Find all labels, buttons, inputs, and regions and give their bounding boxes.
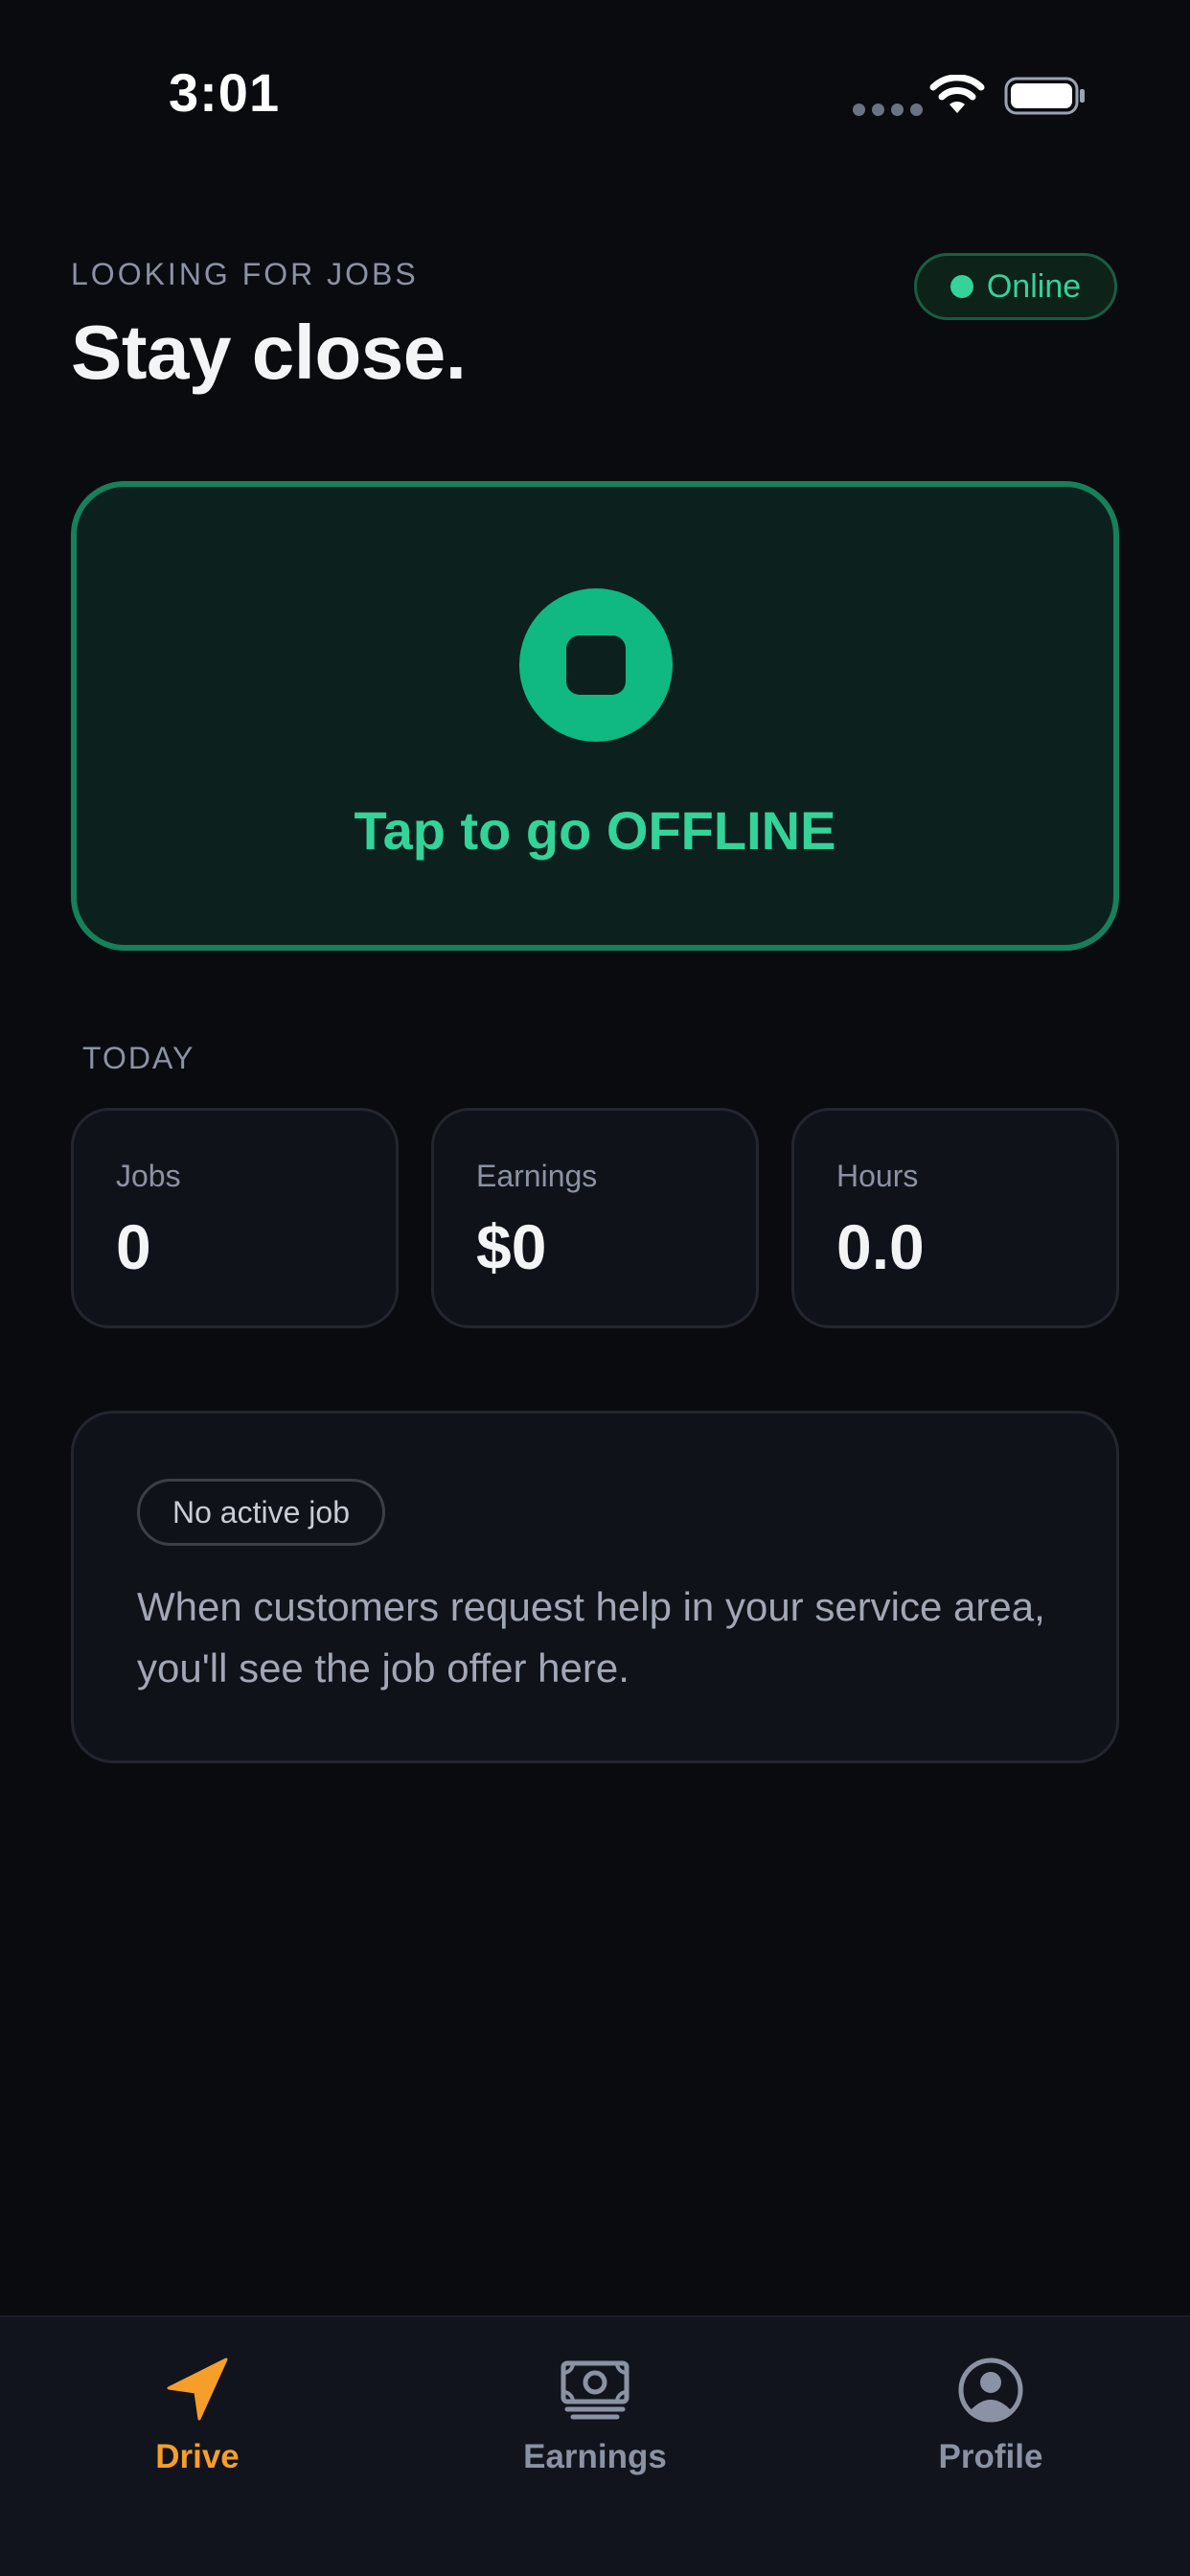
stat-label: Earnings bbox=[476, 1159, 598, 1193]
online-dot-icon bbox=[950, 275, 973, 298]
tab-earnings[interactable]: Earnings bbox=[451, 2354, 739, 2507]
cellular-signal-icon bbox=[853, 104, 923, 116]
wifi-icon bbox=[929, 75, 985, 113]
stat-card-earnings: Earnings $0 bbox=[431, 1108, 759, 1328]
navigation-arrow-icon bbox=[167, 2358, 228, 2421]
stat-card-jobs: Jobs 0 bbox=[71, 1108, 399, 1328]
bottom-tab-bar: Drive Earnings Profile bbox=[0, 2315, 1190, 2576]
go-offline-label: Tap to go OFFLINE bbox=[354, 800, 836, 861]
stat-value: 0.0 bbox=[836, 1211, 925, 1282]
stat-value: 0 bbox=[116, 1211, 151, 1282]
go-offline-button[interactable]: Tap to go OFFLINE bbox=[71, 481, 1119, 951]
header-eyebrow: LOOKING FOR JOBS bbox=[71, 257, 419, 291]
tab-profile[interactable]: Profile bbox=[847, 2354, 1134, 2507]
online-status-badge: Online bbox=[914, 253, 1117, 320]
status-time: 3:01 bbox=[169, 62, 281, 123]
job-status-badge: No active job bbox=[137, 1479, 385, 1546]
tab-drive-label: Drive bbox=[155, 2438, 240, 2475]
stat-value: $0 bbox=[476, 1211, 547, 1282]
user-circle-icon bbox=[958, 2358, 1023, 2423]
job-empty-message: When customers request help in your serv… bbox=[137, 1584, 1045, 1690]
tab-drive[interactable]: Drive bbox=[54, 2354, 341, 2507]
today-stats: Jobs 0 Earnings $0 Hours 0.0 bbox=[71, 1108, 1119, 1328]
online-status-label: Online bbox=[986, 267, 1082, 305]
stop-icon bbox=[519, 588, 673, 742]
battery-icon bbox=[1004, 77, 1085, 115]
tab-earnings-label: Earnings bbox=[523, 2438, 667, 2475]
active-job-card: No active job When customers request hel… bbox=[71, 1411, 1119, 1763]
status-bar: 3:01 bbox=[0, 0, 1190, 192]
today-section-label: TODAY bbox=[82, 1041, 195, 1075]
tab-profile-label: Profile bbox=[938, 2438, 1043, 2475]
stat-card-hours: Hours 0.0 bbox=[791, 1108, 1119, 1328]
page-title: Stay close. bbox=[71, 310, 467, 395]
stat-label: Hours bbox=[836, 1159, 919, 1193]
stat-label: Jobs bbox=[116, 1159, 181, 1193]
cash-icon bbox=[561, 2360, 629, 2420]
